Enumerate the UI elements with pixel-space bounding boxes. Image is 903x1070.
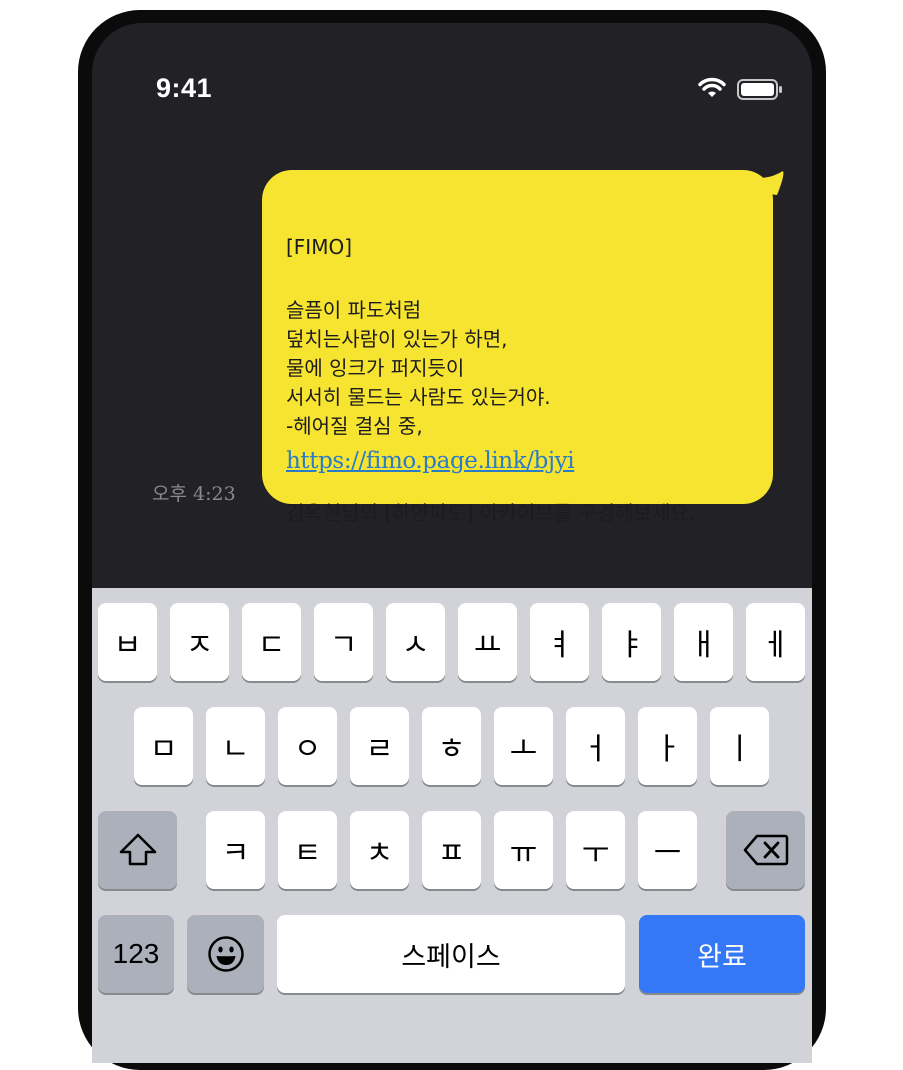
message-body: 슬픔이 파도처럼 덮치는사람이 있는가 하면, 물에 잉크가 퍼지듯이 서서히 … xyxy=(286,298,551,438)
key-row3[interactable]: ㅋ xyxy=(206,811,265,889)
key-row2[interactable]: ㅇ xyxy=(278,707,337,785)
key-row1[interactable]: ㅂ xyxy=(98,603,157,681)
emoji-icon xyxy=(207,936,244,972)
emoji-key[interactable] xyxy=(187,915,264,993)
shift-icon xyxy=(119,833,156,866)
numbers-key[interactable]: 123 xyxy=(98,915,174,993)
key-row1[interactable]: ㅕ xyxy=(530,603,589,681)
key-row1[interactable]: ㅈ xyxy=(170,603,229,681)
key-row1[interactable]: ㅐ xyxy=(674,603,733,681)
bubble-tail xyxy=(747,171,784,197)
message-timestamp: 오후 4:23 xyxy=(152,483,236,505)
key-row3[interactable]: ㅌ xyxy=(278,811,337,889)
key-row1[interactable]: ㅅ xyxy=(386,603,445,681)
phone-screen: 9:41 [FIMO] 슬픔이 파도처럼 덮치는사람이 있는가 하면, 물에 잉… xyxy=(92,23,812,1063)
key-row2[interactable]: ㅁ xyxy=(134,707,193,785)
space-key[interactable]: 스페이스 xyxy=(277,915,625,993)
key-row2[interactable]: ㅎ xyxy=(422,707,481,785)
key-row2[interactable]: ㅓ xyxy=(566,707,625,785)
key-row2[interactable]: ㅣ xyxy=(710,707,769,785)
message-text: [FIMO] 슬픔이 파도처럼 덮치는사람이 있는가 하면, 물에 잉크가 퍼지… xyxy=(286,204,766,557)
key-row3[interactable]: ㅠ xyxy=(494,811,553,889)
delete-key[interactable] xyxy=(726,811,805,889)
status-time: 9:41 xyxy=(156,73,213,103)
key-row3[interactable]: ㅜ xyxy=(566,811,625,889)
key-row3[interactable]: ㅡ xyxy=(638,811,697,889)
key-row2[interactable]: ㅏ xyxy=(638,707,697,785)
backspace-icon xyxy=(743,834,788,866)
key-row1[interactable]: ㄱ xyxy=(314,603,373,681)
key-row1[interactable]: ㅑ xyxy=(602,603,661,681)
done-key[interactable]: 완료 xyxy=(639,915,805,993)
battery-icon xyxy=(737,79,782,100)
message-header: [FIMO] xyxy=(286,235,353,259)
key-row2[interactable]: ㄴ xyxy=(206,707,265,785)
keyboard: ㅂ ㅈ ㄷ ㄱ ㅅ ㅛ ㅕ ㅑ ㅐ ㅔ ㅁ ㄴ ㅇ ㄹ ㅎ ㅗ ㅓ ㅏ ㅣ ㅋ … xyxy=(92,588,812,1063)
key-row1[interactable]: ㄷ xyxy=(242,603,301,681)
shift-key[interactable] xyxy=(98,811,177,889)
message-link[interactable]: https://fimo.page.link/bjyi xyxy=(286,448,575,474)
key-row2[interactable]: ㅗ xyxy=(494,707,553,785)
key-row1[interactable]: ㅔ xyxy=(746,603,805,681)
key-row3[interactable]: ㅍ xyxy=(422,811,481,889)
message-archive-text: 김옥현님의 [하얀파도] 아카이브를 구경해보세요. xyxy=(286,501,696,525)
wifi-icon xyxy=(698,77,726,97)
key-row2[interactable]: ㄹ xyxy=(350,707,409,785)
key-row3[interactable]: ㅊ xyxy=(350,811,409,889)
key-row1[interactable]: ㅛ xyxy=(458,603,517,681)
